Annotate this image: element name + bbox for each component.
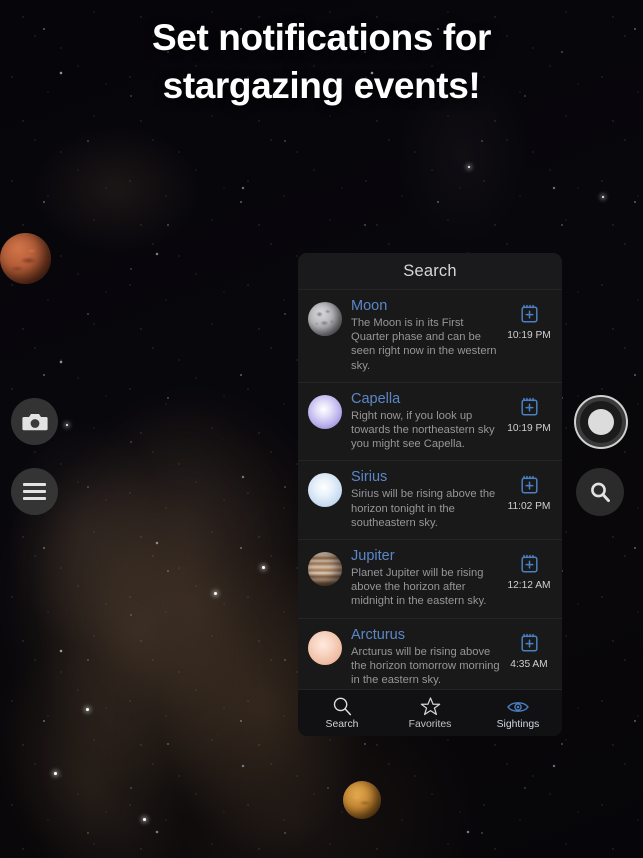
list-item-description: Planet Jupiter will be rising above the …	[351, 567, 487, 608]
search-panel: Search Moon The Moon is in its First Qua…	[298, 253, 562, 736]
list-item-title[interactable]: Moon	[351, 298, 501, 315]
camera-icon	[21, 413, 48, 430]
list-item-actions: 4:35 AM	[505, 627, 553, 670]
venus-planet[interactable]	[343, 781, 381, 819]
capella-thumbnail	[308, 394, 342, 429]
search-button[interactable]	[576, 468, 624, 516]
list-item[interactable]: Moon The Moon is in its First Quarter ph…	[298, 289, 562, 382]
list-item-time: 4:35 AM	[510, 658, 548, 670]
list-item-actions: 12:12 AM	[505, 548, 553, 591]
hamburger-icon	[23, 483, 46, 500]
list-item-actions: 11:02 PM	[505, 469, 553, 512]
calendar-add-icon[interactable]	[520, 396, 539, 417]
bright-star	[468, 166, 470, 168]
tab-label: Sightings	[496, 719, 540, 730]
arcturus-thumbnail	[308, 630, 342, 665]
tab-search[interactable]: Search	[298, 690, 386, 736]
list-item-actions: 10:19 PM	[505, 391, 553, 434]
list-item-body: Jupiter Planet Jupiter will be rising ab…	[342, 548, 505, 609]
list-item-actions: 10:19 PM	[505, 298, 553, 341]
mars-planet[interactable]	[0, 233, 51, 284]
list-item-time: 12:12 AM	[507, 580, 551, 592]
bright-star	[214, 592, 217, 595]
list-item-time: 11:02 PM	[507, 501, 551, 513]
eye-icon	[506, 696, 530, 717]
bottom-tab-bar: Search Favorites Sightings	[298, 689, 562, 736]
list-item-description: The Moon is in its First Quarter phase a…	[351, 317, 497, 372]
page-title: Set notifications for stargazing events!	[0, 14, 643, 110]
list-item[interactable]: Capella Right now, if you look up toward…	[298, 381, 562, 461]
sirius-thumbnail	[308, 473, 342, 508]
tab-label: Search	[325, 719, 359, 730]
list-item-time: 10:19 PM	[507, 422, 551, 434]
headline-line-1: Set notifications for	[152, 17, 491, 58]
calendar-add-icon[interactable]	[520, 553, 539, 574]
list-item-body: Sirius Sirius will be rising above the h…	[342, 469, 505, 530]
star-icon	[420, 696, 441, 717]
list-item-time: 10:19 PM	[507, 330, 551, 341]
list-item-description: Right now, if you look up towards the no…	[351, 409, 495, 451]
bright-star	[66, 424, 68, 426]
bright-star	[262, 566, 265, 569]
calendar-add-icon[interactable]	[520, 632, 539, 653]
tab-favorites[interactable]: Favorites	[386, 690, 474, 736]
list-item-title[interactable]: Jupiter	[351, 548, 501, 565]
moon-thumbnail	[308, 302, 342, 336]
list-item[interactable]: Jupiter Planet Jupiter will be rising ab…	[298, 539, 562, 618]
headline-line-2: stargazing events!	[162, 65, 481, 106]
camera-button[interactable]	[11, 398, 58, 445]
list-item-body: Capella Right now, if you look up toward…	[342, 391, 505, 452]
calendar-add-icon[interactable]	[520, 474, 539, 495]
app-screenshot: Set notifications for stargazing events!…	[0, 0, 643, 858]
list-item-title[interactable]: Capella	[351, 391, 501, 408]
bright-star	[86, 708, 89, 711]
shutter-inner-circle	[588, 409, 614, 435]
list-item-body: Moon The Moon is in its First Quarter ph…	[342, 298, 505, 373]
tab-sightings[interactable]: Sightings	[474, 690, 562, 736]
list-item-body: Arcturus Arcturus will be rising above t…	[342, 627, 505, 688]
search-icon	[590, 482, 610, 502]
shutter-button[interactable]	[576, 397, 626, 447]
list-item-description: Sirius will be rising above the horizon …	[351, 488, 496, 529]
bright-star	[143, 818, 146, 821]
list-item[interactable]: Sirius Sirius will be rising above the h…	[298, 460, 562, 539]
list-item-title[interactable]: Arcturus	[351, 627, 501, 644]
list-item-description: Arcturus will be rising above the horizo…	[351, 645, 500, 687]
panel-title: Search	[298, 253, 562, 289]
search-icon	[332, 696, 353, 717]
list-item-title[interactable]: Sirius	[351, 469, 501, 486]
list-item[interactable]: Arcturus Arcturus will be rising above t…	[298, 617, 562, 689]
calendar-add-icon[interactable]	[520, 303, 539, 324]
search-results-list[interactable]: Moon The Moon is in its First Quarter ph…	[298, 289, 562, 689]
menu-button[interactable]	[11, 468, 58, 515]
bright-star	[54, 772, 57, 775]
jupiter-thumbnail	[308, 552, 342, 587]
tab-label: Favorites	[408, 719, 452, 730]
bright-star	[602, 196, 604, 198]
